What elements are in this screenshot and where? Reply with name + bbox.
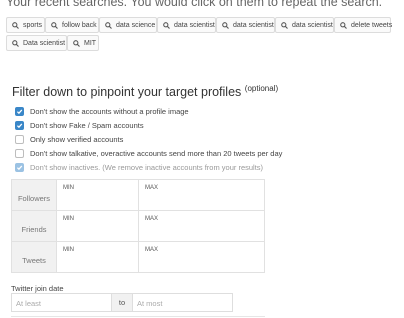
search-icon (12, 39, 19, 47)
recent-search-label: delete tweets (351, 21, 393, 29)
option-label: Only show verified accounts (30, 135, 124, 144)
recent-search-chip[interactable]: data science (99, 17, 157, 33)
checkbox-unchecked[interactable] (15, 135, 24, 144)
option-no-inactives: Don't show inactives. (We remove inactiv… (15, 163, 263, 172)
range-row-label: Friends (12, 211, 57, 241)
recent-search-chip[interactable]: delete tweets (334, 17, 393, 33)
option-label: Don't show talkative, overactive account… (30, 149, 283, 158)
option-label: Don't show the accounts without a profil… (30, 107, 189, 116)
search-icon (51, 21, 58, 29)
recent-search-label: data scientist (292, 21, 333, 29)
range-row-label: Followers (12, 180, 57, 210)
recent-search-chip[interactable]: sports (6, 17, 45, 33)
date-range-separator: to (112, 293, 132, 312)
range-row-followers: Followers MIN MAX (12, 180, 264, 211)
range-filters: Followers MIN MAX Friends MIN MAX Tweets… (11, 179, 265, 273)
range-row-friends: Friends MIN MAX (12, 211, 264, 242)
search-icon (73, 39, 80, 47)
join-date-range: At least to At most (11, 293, 233, 312)
friends-min-input[interactable]: MIN (57, 211, 139, 241)
search-icon (12, 21, 19, 29)
search-icon (281, 21, 288, 29)
recent-search-chip[interactable]: data scientist (275, 17, 334, 33)
recent-search-chip[interactable]: MIT (67, 35, 99, 51)
friends-max-input[interactable]: MAX (139, 211, 264, 241)
search-icon (222, 21, 229, 29)
recent-search-chip[interactable]: data scientist (216, 17, 275, 33)
followers-max-input[interactable]: MAX (139, 180, 264, 210)
recent-search-label: data science (116, 21, 156, 29)
option-only-verified[interactable]: Only show verified accounts (15, 135, 123, 144)
followers-min-input[interactable]: MIN (57, 180, 139, 210)
recent-search-label: follow back (62, 21, 97, 29)
recent-search-chip[interactable]: data scientist (157, 17, 216, 33)
checkbox-checked-disabled (15, 163, 24, 172)
option-no-profile-image[interactable]: Don't show the accounts without a profil… (15, 107, 189, 116)
recent-search-label: sports (23, 21, 43, 29)
option-label: Don't show Fake / Spam accounts (30, 121, 144, 130)
option-no-fake-spam[interactable]: Don't show Fake / Spam accounts (15, 121, 144, 130)
recent-search-label: MIT (84, 39, 97, 47)
option-no-talkative[interactable]: Don't show talkative, overactive account… (15, 149, 282, 158)
optional-note: (optional) (244, 84, 279, 93)
recent-searches-intro: Your recent searches. You would click on… (6, 0, 383, 9)
range-row-label: Tweets (12, 242, 57, 272)
join-date-from-input[interactable]: At least (11, 293, 112, 312)
checkbox-unchecked[interactable] (15, 149, 24, 158)
tweets-min-input[interactable]: MIN (57, 242, 139, 272)
search-icon (105, 21, 112, 29)
divider (11, 316, 265, 317)
range-row-tweets: Tweets MIN MAX (12, 242, 264, 272)
recent-search-label: data scientist (174, 21, 215, 29)
join-date-label: Twitter join date (11, 284, 64, 293)
recent-search-chip[interactable]: Data scientist (6, 35, 67, 51)
checkbox-checked[interactable] (15, 107, 24, 116)
filter-title-text: Filter down to pinpoint your target prof… (12, 85, 242, 99)
recent-search-chip[interactable]: follow back (45, 17, 99, 33)
search-icon (340, 21, 347, 29)
recent-search-label: Data scientist (23, 39, 66, 47)
tweets-max-input[interactable]: MAX (139, 242, 264, 272)
recent-search-label: data scientist (233, 21, 274, 29)
filter-title: Filter down to pinpoint your target prof… (12, 84, 278, 99)
join-date-to-input[interactable]: At most (132, 293, 233, 312)
option-label: Don't show inactives. (We remove inactiv… (30, 163, 264, 172)
search-icon (163, 21, 170, 29)
checkbox-checked[interactable] (15, 121, 24, 130)
